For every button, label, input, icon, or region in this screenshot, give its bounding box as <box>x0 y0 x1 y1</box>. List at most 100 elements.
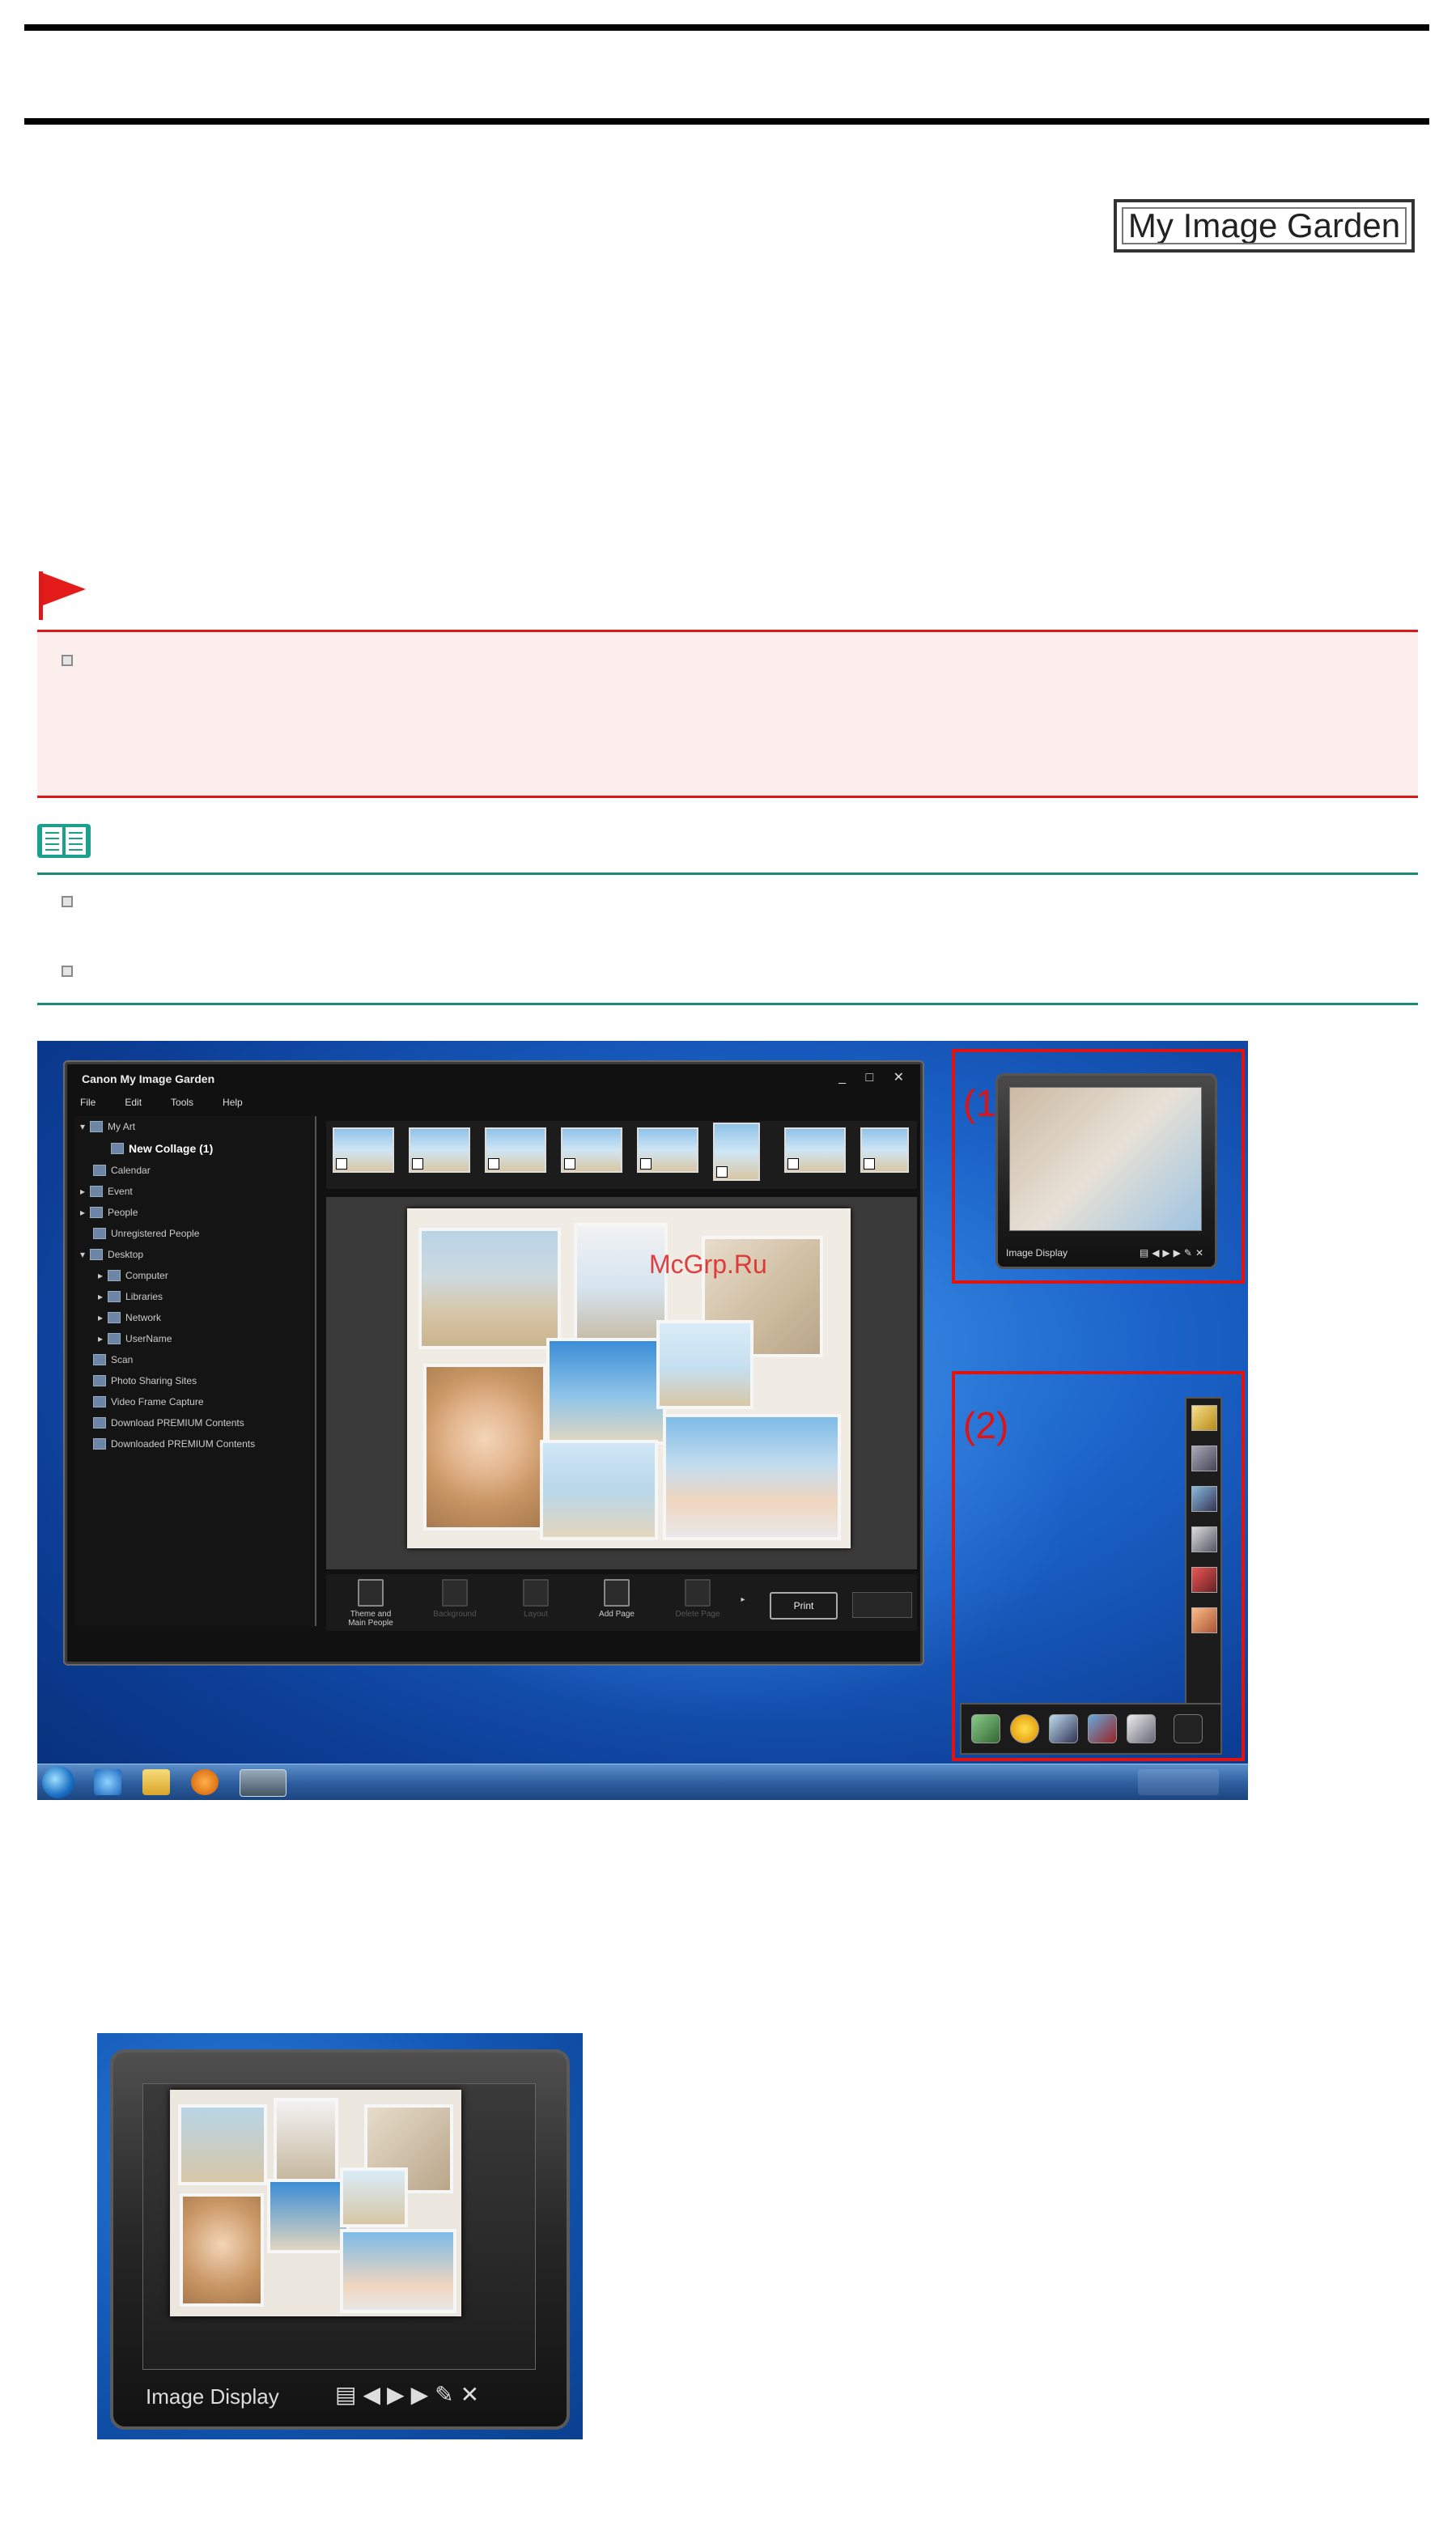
previous-icon[interactable]: ◀ <box>363 2382 387 2407</box>
play-icon[interactable]: ▶ <box>387 2382 411 2407</box>
photo-seal[interactable] <box>418 1228 561 1349</box>
window-title: Canon My Image Garden <box>82 1072 215 1085</box>
dock-item[interactable] <box>1191 1405 1217 1431</box>
dock-item[interactable] <box>1010 1714 1039 1743</box>
thumbnail[interactable] <box>713 1123 760 1181</box>
thumbnail[interactable] <box>860 1127 909 1173</box>
gadget-caption: Image Display <box>146 2384 279 2409</box>
vertical-dock <box>1185 1397 1222 1724</box>
desktop-screenshot: Canon My Image Garden _ □ ✕ File Edit To… <box>37 1041 1248 1800</box>
important-box <box>37 630 1418 798</box>
background-button[interactable]: Background <box>427 1579 483 1619</box>
collage-page[interactable] <box>407 1208 851 1548</box>
more-arrow-icon[interactable]: ▸ <box>731 1595 755 1604</box>
thumbnail[interactable] <box>637 1127 698 1173</box>
tree-item-new-collage[interactable]: New Collage (1) <box>111 1142 213 1155</box>
tree-item-libraries[interactable]: ▸ Libraries <box>98 1291 163 1302</box>
list-icon[interactable]: ▤ <box>335 2382 363 2407</box>
gadget-caption: Image Display <box>1006 1247 1068 1259</box>
tree-item-calendar[interactable]: Calendar <box>93 1165 151 1176</box>
add-page-button[interactable]: Add Page <box>588 1579 645 1619</box>
next-icon[interactable]: ▶ <box>411 2382 435 2407</box>
tree-item-download-premium[interactable]: Download PREMIUM Contents <box>93 1417 244 1429</box>
dock-item[interactable] <box>1174 1714 1203 1743</box>
menu-file[interactable]: File <box>80 1097 96 1108</box>
close-icon[interactable]: ✕ <box>461 2382 486 2407</box>
dock-item[interactable] <box>1191 1607 1217 1633</box>
delete-page-button[interactable]: Delete Page <box>669 1579 726 1619</box>
photo-child-pillar[interactable] <box>574 1223 668 1352</box>
dock-item[interactable] <box>1191 1486 1217 1512</box>
tree-item-desktop[interactable]: ▾ Desktop <box>80 1249 143 1260</box>
photo-beach-sky <box>267 2179 350 2253</box>
thumbnail[interactable] <box>561 1127 622 1173</box>
gadget-controls[interactable]: ▤◀▶▶✎✕ <box>1140 1247 1207 1259</box>
photo-beach-walk[interactable] <box>540 1440 658 1540</box>
tree-item-video-frame[interactable]: Video Frame Capture <box>93 1396 204 1407</box>
tree-item-downloaded-premium[interactable]: Downloaded PREMIUM Contents <box>93 1438 255 1450</box>
dock-item[interactable] <box>1191 1567 1217 1593</box>
image-display-gadget[interactable]: Image Display ▤◀▶▶✎✕ <box>995 1073 1217 1269</box>
edit-toolbar: Theme and Main People Background Layout … <box>326 1574 917 1631</box>
header-rule <box>24 118 1429 125</box>
browser-icon[interactable] <box>94 1769 121 1795</box>
thumbnail[interactable] <box>333 1127 394 1173</box>
theme-and-main-people-button[interactable]: Theme and Main People <box>342 1579 399 1628</box>
photo-family-lying <box>340 2229 456 2313</box>
photo-family-lying[interactable] <box>663 1414 841 1540</box>
media-player-icon[interactable] <box>191 1769 219 1795</box>
bullet-icon <box>62 896 73 907</box>
horizontal-dock <box>960 1703 1222 1755</box>
important-flag-icon <box>39 571 86 620</box>
tree-item-unregistered-people[interactable]: Unregistered People <box>93 1228 199 1239</box>
tree-item-computer[interactable]: ▸ Computer <box>98 1270 168 1281</box>
menu-tools[interactable]: Tools <box>171 1097 193 1108</box>
tree-item-network[interactable]: ▸ Network <box>98 1312 161 1323</box>
brand-label: My Image Garden <box>1114 199 1415 253</box>
settings-icon[interactable]: ✎ <box>435 2382 460 2407</box>
photo-jumping[interactable] <box>656 1320 753 1409</box>
tree-item-scan[interactable]: Scan <box>93 1354 133 1365</box>
folder-icon[interactable] <box>142 1769 170 1795</box>
photo-child-pillar <box>274 2098 338 2187</box>
menu-edit[interactable]: Edit <box>125 1097 142 1108</box>
dock-item[interactable] <box>1191 1526 1217 1552</box>
layout-button[interactable]: Layout <box>507 1579 564 1619</box>
dock-item[interactable] <box>1049 1714 1078 1743</box>
dock-item[interactable] <box>1191 1446 1217 1471</box>
image-display-gadget-large[interactable]: Image Display ▤◀▶▶✎✕ <box>110 2049 570 2430</box>
dock-item[interactable] <box>1127 1714 1156 1743</box>
tree-item-event[interactable]: ▸ Event <box>80 1186 133 1197</box>
note-box <box>37 872 1418 1005</box>
tree-item-photo-sharing[interactable]: Photo Sharing Sites <box>93 1375 197 1386</box>
print-button[interactable]: Print <box>770 1592 838 1620</box>
tree-item-my-art[interactable]: ▾ My Art <box>80 1121 135 1132</box>
my-image-garden-taskbar-icon[interactable] <box>240 1769 287 1797</box>
photo-girl-smiling[interactable] <box>423 1364 546 1530</box>
gadget-preview <box>1009 1087 1202 1231</box>
gadget-collage <box>170 2090 461 2316</box>
photo-girl-smiling <box>180 2193 264 2307</box>
tree-item-username[interactable]: ▸ UserName <box>98 1333 172 1344</box>
photo-seal <box>178 2104 267 2185</box>
watermark: McGrp.Ru <box>649 1250 767 1279</box>
window-controls[interactable]: _ □ ✕ <box>838 1069 912 1085</box>
thumbnail[interactable] <box>784 1127 846 1173</box>
collage-canvas-area <box>326 1197 917 1569</box>
navigation-tree: ▾ My Art New Collage (1) Calendar ▸ Even… <box>75 1116 316 1626</box>
thumbnail[interactable] <box>409 1127 470 1173</box>
dock-item[interactable] <box>1088 1714 1117 1743</box>
menu-help[interactable]: Help <box>223 1097 243 1108</box>
photo-jumping <box>340 2167 408 2227</box>
dock-item[interactable] <box>971 1714 1000 1743</box>
menu-bar: File Edit Tools Help <box>80 1097 243 1108</box>
thumbnail[interactable] <box>485 1127 546 1173</box>
photo-beach-sky[interactable] <box>546 1338 666 1445</box>
app-window: Canon My Image Garden _ □ ✕ File Edit To… <box>65 1062 923 1664</box>
system-tray <box>1138 1769 1219 1795</box>
tree-item-people[interactable]: ▸ People <box>80 1207 138 1218</box>
status-bar <box>75 1637 909 1658</box>
page-nav-buttons[interactable] <box>852 1592 912 1618</box>
windows-taskbar <box>37 1764 1248 1800</box>
start-button-icon[interactable] <box>42 1766 74 1798</box>
